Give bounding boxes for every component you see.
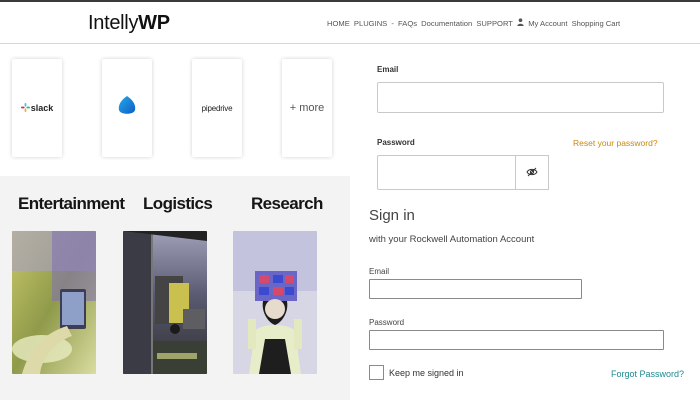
logistics-image bbox=[123, 231, 207, 374]
nav-plugins[interactable]: PLUGINS bbox=[354, 19, 387, 28]
reset-password-link[interactable]: Reset your password? bbox=[573, 138, 658, 148]
pipedrive-label: pipedrive bbox=[201, 103, 233, 113]
industry-title-research: Research bbox=[251, 194, 323, 213]
top-navigation-bar: IntellyWP HOME PLUGINS - FAQs Documentat… bbox=[0, 0, 700, 44]
nav-shopping-cart[interactable]: Shopping Cart bbox=[572, 19, 621, 28]
keep-signed-in-checkbox[interactable] bbox=[369, 365, 384, 380]
intellywp-logo[interactable]: IntellyWP bbox=[88, 12, 170, 35]
onedrive-card[interactable] bbox=[102, 59, 152, 157]
email-input[interactable] bbox=[377, 82, 664, 113]
nav-faqs[interactable]: FAQs bbox=[398, 19, 417, 28]
left-panel: slack pipedrive + more Entertainment Log… bbox=[0, 45, 350, 400]
signin-email-label: Email bbox=[369, 267, 390, 276]
password-label: Password bbox=[377, 138, 415, 147]
research-image bbox=[233, 231, 317, 374]
industries-section: Entertainment Logistics Research bbox=[0, 176, 350, 400]
keep-signed-in-label[interactable]: Keep me signed in bbox=[389, 368, 464, 378]
signin-subtitle: with your Rockwell Automation Account bbox=[369, 234, 535, 245]
more-integrations-card[interactable]: + more bbox=[282, 59, 332, 157]
nav-support[interactable]: SUPPORT bbox=[476, 19, 513, 28]
password-input[interactable] bbox=[377, 155, 516, 190]
toggle-password-visibility-button[interactable] bbox=[516, 155, 549, 190]
main-nav: HOME PLUGINS - FAQs Documentation SUPPOR… bbox=[327, 18, 622, 28]
industry-title-logistics: Logistics bbox=[143, 194, 213, 213]
pipedrive-card[interactable]: pipedrive bbox=[192, 59, 242, 157]
forgot-password-link[interactable]: Forgot Password? bbox=[611, 369, 684, 379]
more-label: + more bbox=[289, 102, 325, 114]
signin-email-input[interactable] bbox=[369, 279, 582, 299]
slack-icon bbox=[20, 102, 30, 114]
nav-separator: - bbox=[391, 19, 394, 28]
slack-card[interactable]: slack bbox=[12, 59, 62, 157]
email-label: Email bbox=[377, 65, 399, 74]
nav-documentation[interactable]: Documentation bbox=[421, 19, 472, 28]
cloud-icon bbox=[117, 95, 137, 122]
signin-heading: Sign in bbox=[369, 207, 415, 224]
industry-title-entertainment: Entertainment bbox=[18, 194, 125, 213]
integration-logos: slack pipedrive + more bbox=[0, 45, 350, 175]
slack-label: slack bbox=[30, 103, 54, 113]
nav-my-account[interactable]: My Account bbox=[528, 19, 567, 28]
user-icon bbox=[517, 18, 524, 28]
eye-slash-icon bbox=[526, 164, 538, 182]
nav-home[interactable]: HOME bbox=[327, 19, 350, 28]
entertainment-image bbox=[12, 231, 96, 374]
signin-password-label: Password bbox=[369, 318, 405, 327]
signin-password-input[interactable] bbox=[369, 330, 664, 350]
